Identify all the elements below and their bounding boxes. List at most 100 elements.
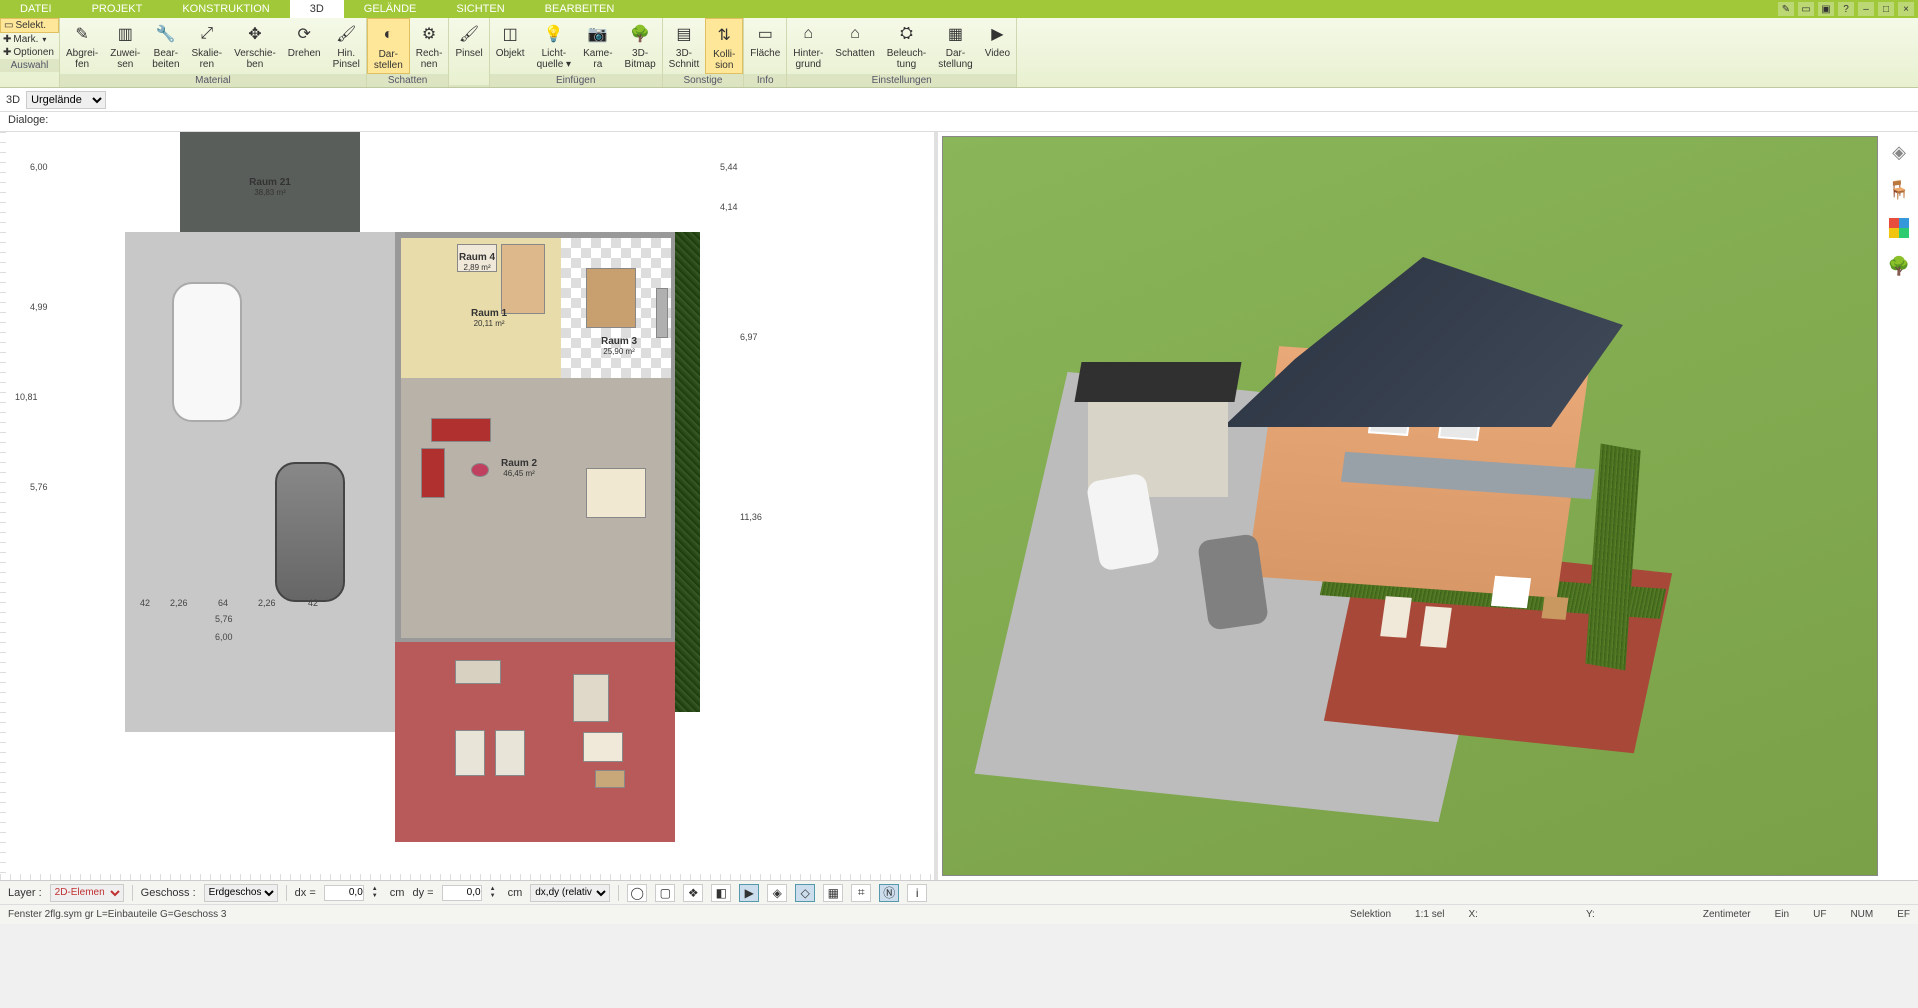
group-label-auswahl: Auswahl — [0, 59, 59, 72]
tab-3d[interactable]: 3D — [290, 0, 344, 18]
tab-projekt[interactable]: PROJEKT — [72, 0, 163, 18]
ribbon-btn-camera[interactable]: 📷Kame- ra — [577, 18, 618, 74]
camera-icon: 📷 — [586, 22, 610, 46]
floorplan-view[interactable]: Raum 2138,83 m² Raum — [0, 132, 938, 880]
display-icon: ▦ — [943, 22, 967, 46]
tree-icon[interactable]: 🌳 — [1887, 254, 1911, 278]
car-white — [172, 282, 242, 422]
compass-icon[interactable]: Ⓝ — [879, 884, 899, 902]
dim-bg3: 64 — [218, 598, 228, 608]
room-2-label: Raum 246,45 m² — [501, 458, 537, 478]
palette-icon[interactable] — [1887, 216, 1911, 240]
ribbon-btn-scale[interactable]: ⤢Skalie- ren — [186, 18, 229, 74]
snap-icon[interactable]: ▢ — [655, 884, 675, 902]
diamond-icon[interactable]: ◇ — [795, 884, 815, 902]
ribbon-btn-bg[interactable]: ⌂Hinter- grund — [787, 18, 829, 74]
outdoor-sofa — [573, 674, 609, 722]
ribbon-btn-bulb[interactable]: 💡Licht- quelle ▾ — [531, 18, 578, 74]
bench — [595, 770, 625, 788]
maximize-icon[interactable]: □ — [1878, 2, 1894, 16]
chair-3d — [1541, 596, 1568, 620]
tab-datei[interactable]: DATEI — [0, 0, 72, 18]
geschoss-label: Geschoss : — [141, 887, 196, 899]
dx-input[interactable] — [324, 885, 364, 901]
dx-unit: cm — [390, 887, 405, 899]
ribbon-btn-rotate[interactable]: ⟳Drehen — [282, 18, 327, 74]
3d-view[interactable] — [942, 136, 1878, 876]
cube-icon: ◫ — [498, 22, 522, 46]
dim-bg4: 2,26 — [258, 598, 276, 608]
i-icon[interactable]: i — [907, 884, 927, 902]
folder-icon[interactable]: ▣ — [1818, 2, 1834, 16]
close-icon[interactable]: × — [1898, 2, 1914, 16]
arrow-icon[interactable]: ▶ — [739, 884, 759, 902]
ribbon-btn-area[interactable]: ▭Fläche — [744, 18, 786, 74]
pencil-icon[interactable]: ✎ — [1778, 2, 1794, 16]
hash-icon[interactable]: ⌗ — [851, 884, 871, 902]
garage-roof-3d — [1074, 362, 1241, 402]
ref-icon[interactable]: ◧ — [711, 884, 731, 902]
ribbon-btn-brush[interactable]: 🖌Hin. Pinsel — [327, 18, 366, 74]
ribbon-label: 3D- Bitmap — [625, 48, 656, 70]
ribbon-btn-section[interactable]: ▤3D- Schnitt — [663, 18, 706, 74]
sunbed-3d-2 — [1420, 606, 1452, 648]
geschoss-select[interactable]: Erdgeschos — [204, 884, 278, 902]
minimize-icon[interactable]: – — [1858, 2, 1874, 16]
grid-icon[interactable]: ▦ — [823, 884, 843, 902]
sunbed-1 — [455, 730, 485, 776]
mark-dropdown[interactable]: ✚Mark. — [0, 33, 59, 46]
ribbon-btn-calc[interactable]: ⚙Rech- nen — [410, 18, 449, 74]
ribbon-btn-display[interactable]: ▦Dar- stellung — [932, 18, 978, 74]
ribbon-group-2: 🖌Pinsel — [449, 18, 489, 87]
dim-left-1: 6,00 — [30, 162, 48, 172]
help-icon[interactable]: ? — [1838, 2, 1854, 16]
tab-gelaende[interactable]: GELÄNDE — [344, 0, 437, 18]
rug — [471, 463, 489, 477]
shadow-icon: ◐ — [376, 23, 400, 47]
ribbon-btn-move[interactable]: ✥Verschie- ben — [228, 18, 282, 74]
ribbon-group-Info: ▭FlächeInfo — [744, 18, 787, 87]
ribbon-btn-shadow[interactable]: ◐Dar- stellen — [367, 18, 410, 74]
ribbon-btn-tree[interactable]: 🌳3D- Bitmap — [619, 18, 662, 74]
room-4-label: Raum 42,89 m² — [459, 252, 495, 272]
bg-icon: ⌂ — [796, 22, 820, 46]
ribbon-btn-assign[interactable]: ▥Zuwei- sen — [104, 18, 146, 74]
ribbon-btn-cube[interactable]: ◫Objekt — [490, 18, 531, 74]
ribbon-btn-shadow2[interactable]: ⌂Schatten — [829, 18, 880, 74]
layers-icon[interactable]: ◈ — [1887, 140, 1911, 164]
room-21-label: Raum 2138,83 m² — [249, 177, 291, 197]
ribbon-btn-eyedropper[interactable]: ✎Abgrei- fen — [60, 18, 104, 74]
ribbon-btn-light[interactable]: ⛭Beleuch- tung — [881, 18, 932, 74]
status-y: Y: — [1586, 909, 1595, 920]
selekt-button[interactable]: ▭Selekt. — [0, 18, 59, 33]
layer-combo[interactable]: Urgelände — [26, 91, 106, 109]
layer-select[interactable]: 2D-Elemen — [50, 884, 124, 902]
tab-sichten[interactable]: SICHTEN — [436, 0, 524, 18]
driveway — [125, 232, 395, 732]
ribbon-label: Dar- stellung — [938, 48, 972, 70]
status-num: NUM — [1850, 909, 1873, 920]
lounger-1 — [455, 660, 501, 684]
dim-bg2: 2,26 — [170, 598, 188, 608]
dy-input[interactable] — [442, 885, 482, 901]
ortho-icon[interactable]: ◯ — [627, 884, 647, 902]
ribbon-btn-wrench[interactable]: 🔧Bear- beiten — [146, 18, 185, 74]
ribbon-label: Beleuch- tung — [887, 48, 926, 70]
multi-icon[interactable]: ❖ — [683, 884, 703, 902]
box-icon[interactable]: ▭ — [1798, 2, 1814, 16]
ribbon-btn-brush2[interactable]: 🖌Pinsel — [449, 18, 488, 85]
tab-konstruktion[interactable]: KONSTRUKTION — [162, 0, 289, 18]
sofa-1 — [431, 418, 491, 442]
furniture-icon[interactable]: 🪑 — [1887, 178, 1911, 202]
ribbon-btn-collision[interactable]: ⇅Kolli- sion — [705, 18, 743, 74]
relative-select[interactable]: dx,dy (relativ ka — [530, 884, 610, 902]
optionen-button[interactable]: ✚Optionen — [0, 46, 59, 59]
light-icon: ⛭ — [895, 22, 919, 46]
rotate-icon: ⟳ — [292, 22, 316, 46]
tab-bearbeiten[interactable]: BEARBEITEN — [525, 0, 635, 18]
ribbon: ▭Selekt. ✚Mark. ✚Optionen Auswahl ✎Abgre… — [0, 18, 1918, 88]
ribbon-btn-video[interactable]: ▶Video — [979, 18, 1016, 74]
layers2-icon[interactable]: ◈ — [767, 884, 787, 902]
dim-left-4: 5,76 — [30, 482, 48, 492]
move-icon: ✥ — [243, 22, 267, 46]
